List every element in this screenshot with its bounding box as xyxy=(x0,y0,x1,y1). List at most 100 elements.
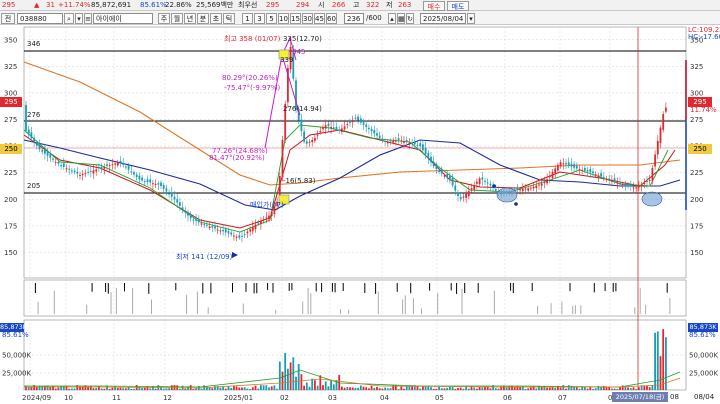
volume-bar xyxy=(57,387,60,390)
volume-bar xyxy=(68,388,71,390)
vtick-left-1: 25,000K xyxy=(2,370,31,378)
volume-bar xyxy=(565,388,567,390)
candle-body xyxy=(305,141,308,144)
candle-body xyxy=(260,221,262,224)
volume-bar xyxy=(71,388,73,390)
volume-bar xyxy=(141,388,143,390)
volume-bar xyxy=(162,388,165,390)
ytick-275: 275 xyxy=(690,116,703,124)
candle-body xyxy=(222,229,224,232)
volume-bar xyxy=(403,388,405,390)
volume-bar xyxy=(662,329,665,390)
volume-bar xyxy=(665,337,667,390)
volume-bar xyxy=(238,387,241,390)
volume-bar xyxy=(584,387,586,390)
ytick-left-250: 250 xyxy=(4,143,17,151)
volume-bar xyxy=(303,385,305,390)
volume-bar xyxy=(251,387,254,390)
candle-body xyxy=(268,215,270,219)
volume-bar xyxy=(592,388,594,390)
volume-bar xyxy=(65,385,68,390)
candle-body xyxy=(243,233,246,235)
candle-body xyxy=(476,181,478,184)
volume-bar xyxy=(235,386,238,390)
candle-body xyxy=(646,181,648,183)
candle-body xyxy=(457,192,459,196)
candle-body xyxy=(413,141,416,145)
candle-body xyxy=(108,165,111,167)
volume-bar xyxy=(305,382,308,390)
vtick-left-0: 50,000K xyxy=(2,352,31,360)
candle-body xyxy=(216,229,219,231)
ytick-left-300: 300 xyxy=(4,89,17,97)
volume-bar xyxy=(546,387,548,390)
volume-bar xyxy=(530,387,532,390)
candle-body xyxy=(143,181,146,183)
volume-bar xyxy=(486,386,489,390)
candle-body xyxy=(54,161,57,163)
candle-body xyxy=(384,141,386,143)
candle-body xyxy=(133,172,135,175)
candle-body xyxy=(30,132,33,139)
volume-bar xyxy=(138,387,141,390)
candle-body xyxy=(395,140,397,142)
candle-body xyxy=(176,199,179,203)
candle-body xyxy=(624,184,627,186)
volume-bar xyxy=(386,388,389,390)
candle-body xyxy=(81,174,84,176)
ma-120 xyxy=(23,61,681,186)
volume-bar xyxy=(629,388,632,390)
ytick-left-200: 200 xyxy=(4,196,17,204)
candle-body xyxy=(548,175,551,178)
candle-body xyxy=(422,144,424,151)
candle-body xyxy=(632,187,635,189)
candle-body xyxy=(662,114,665,130)
volume-bar xyxy=(627,387,629,390)
candle-body xyxy=(251,226,254,232)
volume-bar xyxy=(527,388,530,390)
candle-body xyxy=(246,231,249,234)
volume-bar xyxy=(38,385,41,390)
volume-bar xyxy=(613,388,616,390)
volume-bar xyxy=(370,385,373,390)
ytick-175: 175 xyxy=(690,222,703,230)
candle-body xyxy=(365,124,368,127)
candle-body xyxy=(257,222,260,224)
volume-bar xyxy=(648,387,651,390)
chart-canvas[interactable]: 350 350 325 325 300 300 275 275 250 250 225 225 200 2… xyxy=(0,0,720,404)
candle-body xyxy=(532,186,535,189)
volume-bar xyxy=(49,387,52,390)
candle-body xyxy=(449,175,451,180)
candle-body xyxy=(87,171,89,173)
volume-bar xyxy=(624,386,627,390)
candle-body xyxy=(62,163,65,167)
xtick-3: 12 xyxy=(163,394,172,402)
volume-bar xyxy=(481,387,484,390)
ytick-200: 200 xyxy=(690,196,703,204)
candle-body xyxy=(181,207,184,210)
volume-bar xyxy=(30,387,33,390)
candle-body xyxy=(378,135,381,138)
volume-bar xyxy=(384,387,386,390)
candle-body xyxy=(319,131,322,133)
candle-body xyxy=(594,174,597,176)
candle-body xyxy=(130,171,133,173)
candle-body xyxy=(559,162,562,167)
xtick-2: 11 xyxy=(112,394,121,402)
candle-body xyxy=(52,158,54,160)
moving-averages xyxy=(23,61,681,233)
volume-bar xyxy=(327,386,330,390)
candle-body xyxy=(200,223,203,225)
volume-bar xyxy=(265,385,268,390)
candle-body xyxy=(524,188,527,190)
candle-body xyxy=(535,185,538,189)
xtick-1: 10 xyxy=(64,394,73,402)
candle-body xyxy=(494,189,497,191)
volume-bar xyxy=(497,388,500,390)
volume-bar xyxy=(262,385,265,390)
candle-body xyxy=(346,124,349,126)
candle-body xyxy=(111,164,114,166)
ytick-left-150: 150 xyxy=(4,249,17,257)
candle-body xyxy=(424,147,427,155)
grid-lines xyxy=(23,26,687,391)
